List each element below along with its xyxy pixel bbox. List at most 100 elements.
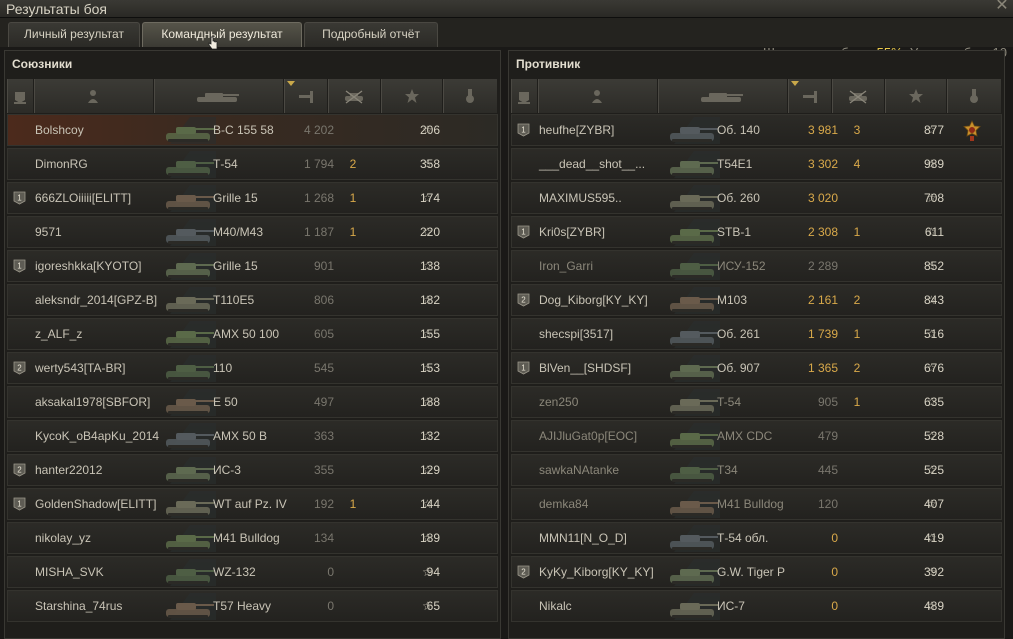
kills-icon — [345, 90, 364, 104]
enemies-title: Противник — [516, 57, 581, 71]
column-header-tank[interactable] — [153, 79, 283, 113]
column-header-player[interactable] — [537, 79, 657, 113]
star-icon: ☆ — [926, 327, 937, 341]
player-row[interactable]: z_ALF_z AMX 50 100 605 155 ☆ — [7, 318, 498, 350]
player-name: Nikalc — [539, 599, 572, 613]
star-icon: ☆ — [422, 157, 433, 171]
player-row[interactable]: 1 666ZLOiiiii[ELITT] Grille 15 1 268 1 174 ☆ — [7, 182, 498, 214]
player-row[interactable]: 2 Dog_Kiborg[KY_KY] M103 2 161 2 843 ☆ — [511, 284, 1002, 316]
star-icon: ☆ — [422, 565, 433, 579]
player-row[interactable]: sawkaNAtanke T34 445 525 ☆ — [511, 454, 1002, 486]
player-name: nikolay_yz — [35, 531, 92, 545]
player-name: zen250 — [539, 395, 579, 409]
damage-value: 1 268 — [303, 191, 334, 205]
player-row[interactable]: 1 heufhe[ZYBR] Об. 140 3 981 3 877 ☆ — [511, 114, 1002, 146]
tank-icon — [664, 287, 720, 314]
svg-text:2: 2 — [521, 568, 526, 577]
player-name: Kri0s[ZYBR] — [539, 225, 606, 239]
kills-value: 1 — [349, 497, 357, 511]
player-row[interactable]: Starshina_74rus T57 Heavy 0 65 ☆ — [7, 590, 498, 622]
column-header-medal[interactable] — [443, 79, 497, 113]
tab-personal-result[interactable]: Личный результат — [8, 22, 140, 47]
vehicle-name: Об. 907 — [717, 361, 760, 375]
kills-value: 1 — [853, 327, 861, 341]
player-row[interactable]: Nikalc ИС-7 0 489 ☆ — [511, 590, 1002, 622]
column-header-platoon[interactable] — [511, 79, 537, 113]
tank-icon — [197, 93, 240, 102]
player-row[interactable]: 9571 M40/M43 1 187 1 220 ☆ — [7, 216, 498, 248]
player-row[interactable]: AJIJluGat0p[EOC] AMX CDC 479 528 ☆ — [511, 420, 1002, 452]
player-row[interactable]: 2 KyKy_Kiborg[KY_KY] G.W. Tiger P 0 392 ☆ — [511, 556, 1002, 588]
player-row[interactable]: 1 BlVen__[SHDSF] Об. 907 1 365 2 676 ☆ — [511, 352, 1002, 384]
player-row[interactable]: MMN11[N_O_D] Т-54 обл. 0 419 ☆ — [511, 522, 1002, 554]
platoon-badge-icon: 2 — [517, 565, 530, 579]
column-header-player[interactable] — [33, 79, 153, 113]
column-header-xp-star[interactable] — [884, 79, 947, 113]
tank-icon — [664, 185, 720, 212]
tank-icon — [160, 457, 216, 484]
tank-icon — [664, 559, 720, 586]
damage-value: 479 — [817, 429, 838, 443]
player-row[interactable]: KycoK_oB4apKu_2014 AMX 50 B 363 132 ☆ — [7, 420, 498, 452]
close-icon[interactable]: ✕ — [994, 0, 1010, 14]
damage-value: 905 — [817, 395, 838, 409]
platoon-badge-icon: 1 — [13, 497, 26, 511]
medal-icon[interactable] — [962, 120, 982, 142]
damage-value: 0 — [831, 565, 838, 579]
tank-icon — [160, 117, 216, 144]
player-row[interactable]: Bolshcoy В-С 155 58 4 202 206 ☆ — [7, 114, 498, 146]
xp-star-icon — [404, 89, 419, 103]
player-row[interactable]: ___dead__shot__... T54E1 3 302 4 989 ☆ — [511, 148, 1002, 180]
column-header-xp-star[interactable] — [380, 79, 443, 113]
column-header-medal[interactable] — [947, 79, 1001, 113]
player-row[interactable]: MAXIMUS595.. Об. 260 3 020 708 ☆ — [511, 182, 1002, 214]
vehicle-name: G.W. Tiger P — [717, 565, 786, 579]
player-name: shecspi[3517] — [539, 327, 614, 341]
player-row[interactable]: DimonRG Т-54 1 794 2 358 ☆ — [7, 148, 498, 180]
tank-icon — [160, 491, 216, 518]
vehicle-name: T-54 — [717, 395, 742, 409]
star-icon: ☆ — [926, 599, 937, 613]
player-name: MAXIMUS595.. — [539, 191, 622, 205]
platoon-badge-icon: 2 — [13, 463, 26, 477]
damage-value: 355 — [313, 463, 334, 477]
damage-value: 0 — [831, 531, 838, 545]
star-icon: ☆ — [926, 497, 937, 511]
svg-text:1: 1 — [17, 500, 22, 509]
platoon-badge-icon: 1 — [517, 361, 530, 375]
column-header-tank[interactable] — [657, 79, 787, 113]
player-row[interactable]: demka84 M41 Bulldog 120 407 ☆ — [511, 488, 1002, 520]
tab-detailed-report[interactable]: Подробный отчёт — [304, 22, 438, 47]
player-row[interactable]: nikolay_yz M41 Bulldog 134 189 ☆ — [7, 522, 498, 554]
star-icon: ☆ — [926, 361, 937, 375]
sort-arrow-icon — [286, 81, 295, 86]
vehicle-name: Об. 260 — [717, 191, 760, 205]
column-header-damage[interactable] — [283, 79, 328, 113]
svg-text:2: 2 — [521, 296, 526, 305]
star-icon: ☆ — [422, 259, 433, 273]
column-header-damage[interactable] — [787, 79, 832, 113]
column-header-kills[interactable] — [328, 79, 380, 113]
player-row[interactable]: zen250 T-54 905 1 635 ☆ — [511, 386, 1002, 418]
player-row[interactable]: 1 igoreshkka[KYOTO] Grille 15 901 138 ☆ — [7, 250, 498, 282]
player-row[interactable]: aksakal1978[SBFOR] E 50 497 188 ☆ — [7, 386, 498, 418]
tank-icon — [160, 389, 216, 416]
column-header-platoon[interactable] — [7, 79, 33, 113]
vehicle-name: ИС-3 — [213, 463, 241, 477]
column-header-kills[interactable] — [832, 79, 884, 113]
player-row[interactable]: shecspi[3517] Об. 261 1 739 1 516 ☆ — [511, 318, 1002, 350]
player-row[interactable]: 1 Kri0s[ZYBR] STB-1 2 308 1 611 ☆ — [511, 216, 1002, 248]
tank-icon — [664, 525, 720, 552]
player-name: aleksndr_2014[GPZ-B] — [35, 293, 158, 307]
player-row[interactable]: 2 werty543[TA-BR] 110 545 153 ☆ — [7, 352, 498, 384]
damage-value: 2 308 — [807, 225, 838, 239]
player-row[interactable]: 1 GoldenShadow[ELITT] WT auf Pz. IV 192 1 14… — [7, 488, 498, 520]
tank-icon — [160, 185, 216, 212]
player-row[interactable]: Iron_Garri ИСУ-152 2 289 852 ☆ — [511, 250, 1002, 282]
svg-text:1: 1 — [521, 364, 526, 373]
player-row[interactable]: 2 hanter22012 ИС-3 355 129 ☆ — [7, 454, 498, 486]
star-icon: ☆ — [422, 463, 433, 477]
player-row[interactable]: aleksndr_2014[GPZ-B] T110E5 806 182 ☆ — [7, 284, 498, 316]
tab-team-result[interactable]: Командный результат — [142, 22, 302, 47]
player-row[interactable]: MISHA_SVK WZ-132 0 94 ☆ — [7, 556, 498, 588]
